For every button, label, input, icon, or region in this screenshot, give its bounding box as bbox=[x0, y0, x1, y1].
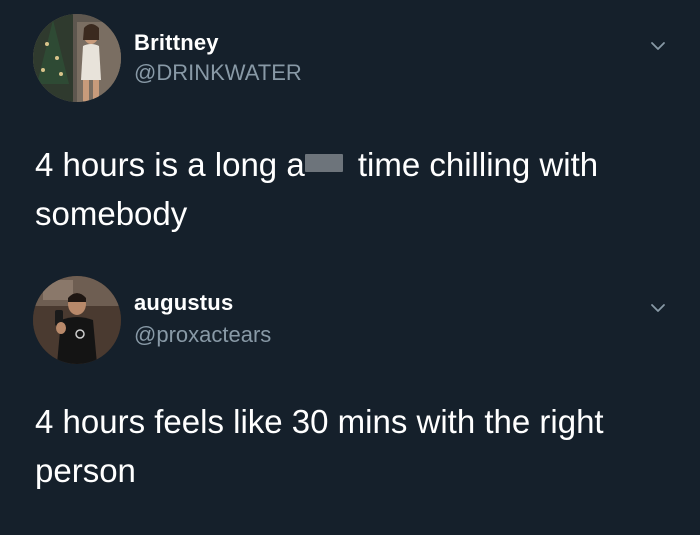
username-handle[interactable]: @DRINKWATER bbox=[134, 60, 302, 86]
tweet[interactable]: Brittney @DRINKWATER 4 hours is a long a… bbox=[0, 0, 700, 260]
profile-photo-icon bbox=[33, 14, 121, 102]
tweet[interactable]: augustus @proxactears 4 hours feels like… bbox=[0, 262, 700, 535]
profile-photo-icon bbox=[33, 276, 121, 364]
chevron-down-icon[interactable] bbox=[650, 38, 666, 54]
tweet-text: 4 hours feels like 30 mins with the righ… bbox=[35, 403, 604, 489]
display-name[interactable]: Brittney bbox=[134, 30, 219, 56]
display-name[interactable]: augustus bbox=[134, 290, 233, 316]
avatar[interactable] bbox=[33, 14, 121, 102]
username-handle[interactable]: @proxactears bbox=[134, 322, 271, 348]
tweet-text: 4 hours is a long a time chilling with s… bbox=[35, 140, 675, 238]
chevron-down-icon[interactable] bbox=[650, 300, 666, 316]
avatar[interactable] bbox=[33, 276, 121, 364]
censor-bar bbox=[304, 154, 343, 172]
tweet-text-part: 4 hours is a long a bbox=[35, 146, 305, 183]
